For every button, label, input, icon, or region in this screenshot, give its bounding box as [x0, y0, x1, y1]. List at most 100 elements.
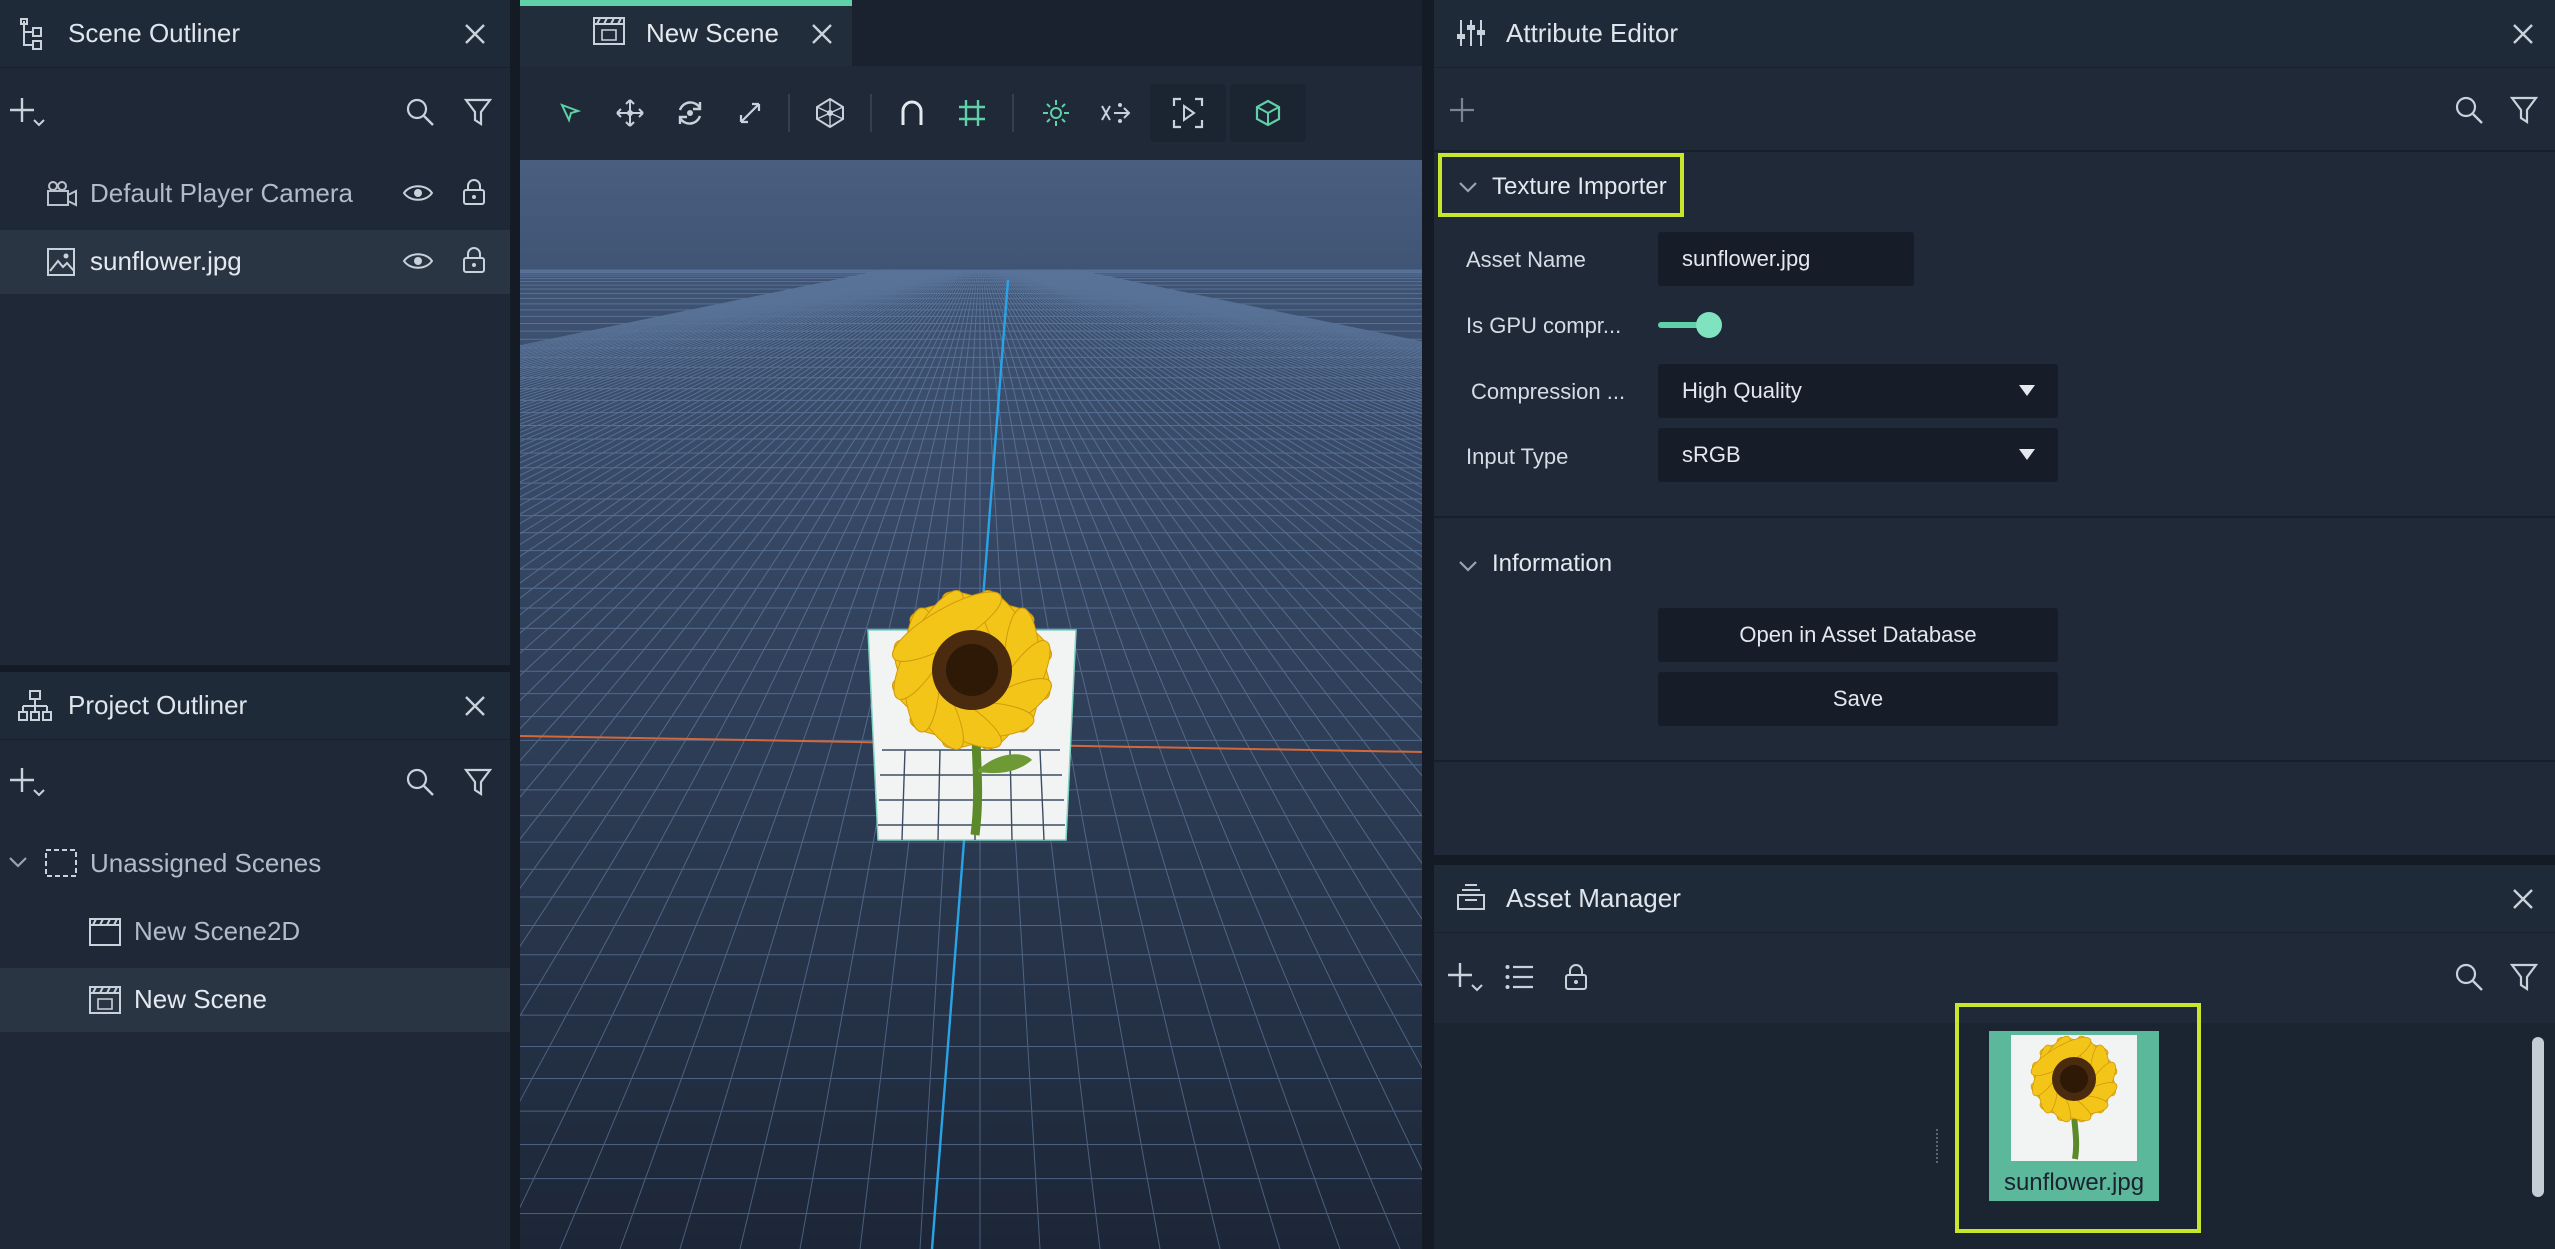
input-type-select[interactable]: sRGB [1658, 428, 2058, 482]
compression-label: Compression ... [1471, 379, 1626, 404]
filter-icon[interactable] [458, 762, 498, 802]
viewport-tab-bar: New Scene [520, 0, 1422, 66]
project-item-new-scene[interactable]: New Scene [0, 968, 510, 1032]
clapperboard-3d-icon [88, 985, 122, 1015]
dropdown-arrow-icon [2018, 384, 2036, 398]
asset-thumbnail-frame: sunflower.jpg [1989, 1031, 2159, 1201]
asset-item-sunflower[interactable]: sunflower.jpg [1955, 1003, 2201, 1233]
camera-icon [46, 180, 78, 208]
eye-icon[interactable] [402, 250, 434, 272]
lock-icon[interactable] [1556, 957, 1596, 997]
project-group-unassigned[interactable]: Unassigned Scenes [0, 832, 510, 896]
transform-space-icon[interactable] [1096, 93, 1136, 133]
asset-manager-header: Asset Manager [1434, 865, 2555, 933]
scene-outliner-item-sunflower[interactable]: sunflower.jpg [0, 230, 510, 294]
scene-outliner-toolbar [0, 70, 510, 160]
gpu-compression-label: Is GPU compr... [1466, 313, 1622, 338]
texture-importer-section-header[interactable]: Texture Importer [1438, 153, 1684, 217]
filter-icon[interactable] [2504, 957, 2544, 997]
project-item-label: New Scene2D [134, 916, 301, 946]
project-tree-icon [18, 690, 52, 722]
project-outliner-header: Project Outliner [0, 672, 510, 740]
asset-grid-area: sunflower.jpg [1434, 1003, 2555, 1249]
filter-icon[interactable] [458, 92, 498, 132]
clapperboard-3d-icon [592, 16, 626, 46]
left-splitter[interactable] [0, 665, 510, 672]
add-icon[interactable] [1442, 90, 1482, 130]
search-icon[interactable] [400, 92, 440, 132]
save-button[interactable]: Save [1658, 672, 2058, 726]
play-in-view-icon[interactable] [1168, 93, 1208, 133]
project-outliner-panel: Project Outliner Unassigned Scenes New S… [0, 672, 510, 1249]
project-item-new-scene2d[interactable]: New Scene2D [0, 900, 510, 964]
chevron-down-icon [1458, 560, 1478, 574]
scale-tool-icon[interactable] [730, 93, 770, 133]
close-icon[interactable] [802, 14, 842, 54]
filter-icon[interactable] [2504, 90, 2544, 130]
compression-value: High Quality [1682, 378, 1802, 403]
asset-manager-panel: Asset Manager sunflower.jpg [1434, 865, 2555, 1249]
center-left-splitter[interactable] [510, 0, 520, 1249]
eye-icon[interactable] [402, 182, 434, 204]
rotate-tool-icon[interactable] [670, 93, 710, 133]
toolbar-separator [788, 94, 790, 132]
resize-handle[interactable] [1936, 1129, 1942, 1163]
scene-item-label: Default Player Camera [90, 178, 353, 208]
viewport-toolbar [520, 66, 1422, 160]
grid-snap-icon[interactable] [952, 93, 992, 133]
close-icon[interactable] [455, 14, 495, 54]
section-divider [1434, 760, 2555, 762]
open-in-asset-database-button[interactable]: Open in Asset Database [1658, 608, 2058, 662]
scene-folder-icon [44, 848, 78, 878]
scene-viewport[interactable] [520, 160, 1422, 1249]
close-icon[interactable] [2503, 14, 2543, 54]
right-splitter[interactable] [1434, 855, 2555, 865]
move-tool-icon[interactable] [610, 93, 650, 133]
attribute-editor-panel: Attribute Editor Texture Importer Asset … [1434, 0, 2555, 855]
scene-outliner-panel: Scene Outliner Default Player Camera sun… [0, 0, 510, 665]
list-view-icon[interactable] [1500, 957, 1540, 997]
dropdown-arrow-icon [2018, 448, 2036, 462]
center-right-splitter[interactable] [1422, 0, 1434, 1249]
information-section-header[interactable]: Information [1442, 536, 1742, 592]
project-item-label: New Scene [134, 984, 267, 1014]
compression-select[interactable]: High Quality [1658, 364, 2058, 418]
input-type-value: sRGB [1682, 442, 1741, 467]
add-dropdown-icon[interactable] [8, 762, 48, 802]
asset-name-field[interactable]: sunflower.jpg [1658, 232, 1914, 286]
asset-name-value: sunflower.jpg [1682, 246, 1811, 271]
tab-new-scene[interactable]: New Scene [520, 0, 852, 66]
gpu-compression-toggle[interactable] [1658, 310, 1724, 340]
input-type-label: Input Type [1466, 444, 1569, 469]
search-icon[interactable] [2449, 90, 2489, 130]
search-icon[interactable] [400, 762, 440, 802]
close-icon[interactable] [455, 686, 495, 726]
scrollbar[interactable] [2532, 1037, 2544, 1197]
clapperboard-icon [88, 917, 122, 947]
hierarchy-icon [20, 18, 50, 50]
asset-label: sunflower.jpg [2003, 1169, 2145, 1196]
scene-outliner-item-camera[interactable]: Default Player Camera [0, 162, 510, 226]
section-title: Information [1492, 550, 1613, 577]
section-divider [1434, 150, 2555, 152]
lock-icon[interactable] [462, 246, 486, 274]
toolbar-separator [870, 94, 872, 132]
magnet-snap-icon[interactable] [892, 93, 932, 133]
section-title: Texture Importer [1492, 173, 1667, 200]
search-icon[interactable] [2449, 957, 2489, 997]
section-divider [1434, 516, 2555, 518]
light-gizmo-icon[interactable] [1036, 93, 1076, 133]
chevron-down-icon[interactable] [8, 856, 28, 870]
asset-box-icon [1456, 883, 1486, 913]
select-tool-icon[interactable] [550, 93, 590, 133]
close-icon[interactable] [2503, 879, 2543, 919]
asset-name-label: Asset Name [1466, 247, 1586, 272]
asset-manager-title: Asset Manager [1506, 883, 1681, 913]
add-dropdown-icon[interactable] [1446, 957, 1486, 997]
3d-cube-icon[interactable] [1248, 93, 1288, 133]
pivot-icon[interactable] [810, 93, 850, 133]
lock-icon[interactable] [462, 178, 486, 206]
viewport-render [520, 160, 1422, 1249]
add-dropdown-icon[interactable] [8, 92, 48, 132]
toolbar-separator [1012, 94, 1014, 132]
